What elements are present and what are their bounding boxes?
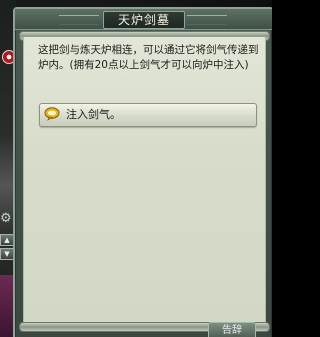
dialog-parchment: 这把剑与炼天炉相连，可以通过它将剑气传递到炉内。(拥有20点以上剑气才可以向炉中… xyxy=(23,37,266,325)
option-inject-sword-qi[interactable]: 注入剑气。 xyxy=(39,103,257,127)
option-label: 注入剑气。 xyxy=(66,108,121,121)
npc-dialog-window: 天炉剑墓 这把剑与炼天炉相连，可以通过它将剑气传递到炉内。(拥有20点以上剑气才… xyxy=(13,7,272,337)
scroll-down-icon[interactable]: ▼ xyxy=(0,248,14,260)
gear-icon[interactable]: ⚙ xyxy=(0,212,13,225)
speech-bubble-icon xyxy=(44,107,60,121)
window-titlebar[interactable]: 天炉剑墓 xyxy=(15,9,272,30)
scroll-up-icon[interactable]: ▲ xyxy=(0,234,14,246)
title-ornament-left xyxy=(59,15,99,25)
title-ornament-right xyxy=(187,15,227,25)
farewell-button[interactable]: 告辞 xyxy=(208,322,256,337)
window-title: 天炉剑墓 xyxy=(103,11,185,29)
game-screen: ⚙ ▲ ▼ 天炉剑墓 这把剑与炼天炉相连，可以通过它将剑气传递到炉内。(拥有20… xyxy=(0,0,272,337)
dialog-description: 这把剑与炼天炉相连，可以通过它将剑气传递到炉内。(拥有20点以上剑气才可以向炉中… xyxy=(38,44,259,71)
